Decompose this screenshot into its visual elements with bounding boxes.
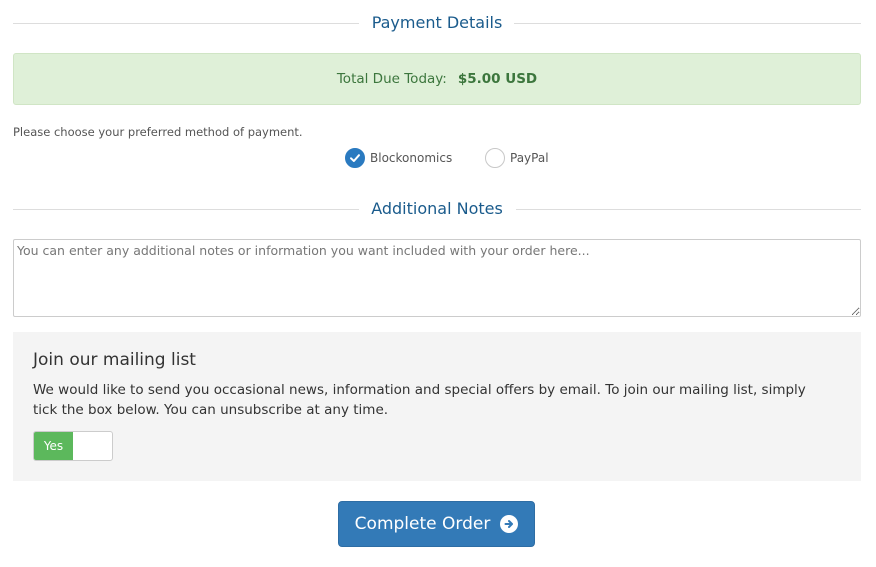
payment-method-label: Blockonomics	[370, 151, 453, 165]
mailing-list-toggle[interactable]: Yes	[33, 431, 113, 461]
complete-order-label: Complete Order	[354, 514, 491, 534]
payment-method-paypal[interactable]: PayPal	[485, 148, 549, 168]
payment-details-title: Payment Details	[371, 13, 503, 32]
mailing-list-description: We would like to send you occasional new…	[33, 382, 806, 418]
toggle-yes-label: Yes	[34, 432, 73, 460]
payment-method-group: Blockonomics PayPal	[0, 148, 876, 174]
payment-method-label: PayPal	[510, 151, 549, 165]
payment-method-instructions: Please choose your preferred method of p…	[13, 125, 303, 139]
total-due-amount: $5.00 USD	[457, 71, 538, 87]
total-due-label: Total Due Today:	[336, 71, 447, 87]
payment-method-blockonomics[interactable]: Blockonomics	[345, 148, 452, 168]
radio-selected[interactable]	[345, 148, 365, 168]
mailing-list-panel: Join our mailing list We would like to s…	[13, 332, 861, 481]
additional-notes-title: Additional Notes	[371, 199, 503, 218]
complete-order-button[interactable]: Complete Order	[338, 501, 535, 547]
arrow-circle-right-icon	[500, 515, 519, 533]
radio-unselected[interactable]	[485, 148, 505, 168]
mailing-list-title: Join our mailing list	[33, 350, 196, 370]
total-due-box: Total Due Today: $5.00 USD	[13, 53, 861, 105]
notes-textarea-wrapper	[13, 239, 861, 317]
notes-textarea[interactable]	[14, 240, 860, 316]
payment-details-heading: Payment Details	[13, 12, 861, 34]
additional-notes-heading: Additional Notes	[13, 198, 861, 220]
check-icon	[350, 154, 360, 162]
